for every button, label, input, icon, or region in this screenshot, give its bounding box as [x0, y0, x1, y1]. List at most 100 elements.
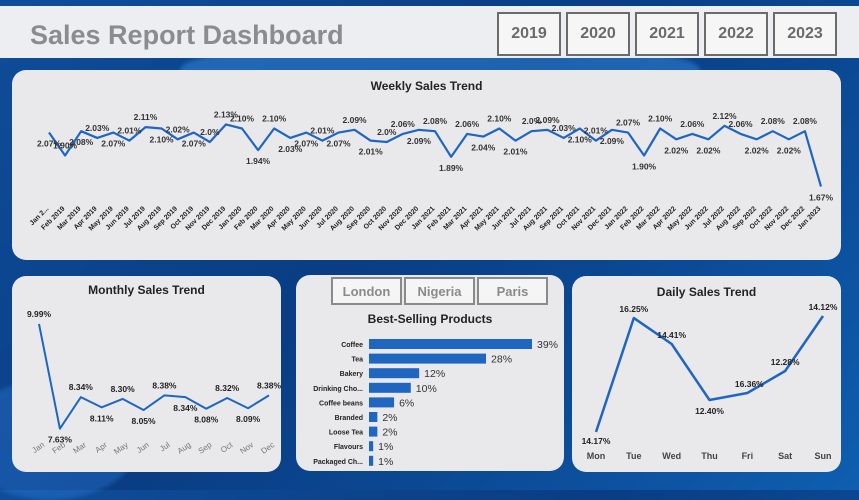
product-category-label: Packaged Ch...	[313, 459, 363, 466]
daily-x-tick-label: Wed	[662, 451, 681, 461]
monthly-data-label: 8.08%	[194, 415, 219, 425]
monthly-data-label: 8.09%	[236, 414, 261, 424]
daily-x-tick-label: Sat	[778, 451, 792, 461]
monthly-x-tick-label: Jun	[135, 440, 151, 455]
daily-x-tick-label: Fri	[742, 451, 754, 461]
weekly-data-label: 2.07%	[294, 139, 319, 149]
weekly-sales-chart: 2.07% 1.90% 2.08% 2.03% 2.07% 2.01% 2.11% 2.10%…	[29, 109, 834, 232]
weekly-data-label: 2.01%	[310, 126, 335, 136]
monthly-data-label: 8.11%	[90, 413, 114, 423]
weekly-data-label: 2.09%	[600, 136, 625, 146]
monthly-x-tick-label: Mar	[72, 440, 89, 455]
monthly-sales-chart: 9.99%7.63%8.34%8.11%8.30%8.05%8.38%8.34%…	[27, 309, 281, 456]
monthly-x-tick-label: Sep	[197, 440, 214, 456]
weekly-data-label: 2.08%	[69, 137, 94, 147]
monthly-x-tick-label: May	[112, 440, 130, 456]
page-title: Sales Report Dashboard	[30, 20, 344, 50]
product-category-label: Drinking Cho...	[313, 386, 363, 393]
weekly-data-label: 2.06%	[729, 119, 754, 129]
monthly-data-label: 8.34%	[173, 403, 198, 413]
weekly-data-label: 2.02%	[664, 145, 689, 155]
product-category-label: Coffee beans	[319, 400, 363, 407]
monthly-x-tick-label: Oct	[219, 440, 235, 455]
monthly-sales-line	[38, 323, 270, 430]
daily-sales-chart: 14.17% 16.25% 14.41% 12.40% 16.36% 12.28% 14.1…	[582, 302, 838, 461]
product-value-label: 2%	[382, 412, 397, 424]
product-value-label: 28%	[491, 354, 512, 366]
product-value-label: 6%	[399, 397, 414, 409]
daily-x-tick-label: Mon	[587, 451, 606, 461]
weekly-data-label: 2.03%	[85, 123, 110, 133]
weekly-data-label: 2.10%	[487, 114, 512, 124]
daily-data-label: 14.17%	[582, 436, 611, 446]
weekly-data-label: 1.89%	[439, 163, 464, 173]
weekly-data-label: 2.11%	[134, 112, 158, 122]
weekly-data-label: 2.06%	[455, 119, 480, 129]
weekly-data-label: 2.01%	[117, 126, 142, 136]
weekly-data-label: 2.01%	[584, 126, 609, 136]
daily-data-label: 16.25%	[619, 304, 648, 314]
product-value-label: 2%	[382, 427, 397, 439]
product-category-label: Bakery	[340, 371, 363, 378]
year-button-2023[interactable]: 2023	[773, 12, 837, 56]
weekly-data-label: 2.09%	[407, 136, 432, 146]
product-value-label: 10%	[416, 383, 437, 395]
weekly-data-label: 2.02%	[777, 145, 802, 155]
monthly-x-tick-label: Jul	[158, 440, 172, 453]
product-category-label: Loose Tea	[329, 430, 363, 437]
weekly-data-label: 1.94%	[246, 156, 271, 166]
weekly-data-label: 2.01%	[359, 147, 384, 157]
product-bar	[369, 339, 532, 349]
year-button-2022[interactable]: 2022	[704, 12, 768, 56]
weekly-data-label: 2.06%	[391, 119, 416, 129]
weekly-data-label: 2.07%	[101, 139, 126, 149]
product-value-label: 1%	[378, 456, 393, 468]
product-category-label: Flavours	[334, 444, 363, 451]
product-bar	[369, 353, 487, 364]
product-bar	[369, 412, 378, 422]
product-category-label: Tea	[351, 357, 363, 364]
year-button-2021[interactable]: 2021	[635, 12, 699, 56]
product-bar	[369, 397, 395, 408]
weekly-data-label: 2.10%	[150, 135, 175, 145]
year-button-2020[interactable]: 2020	[566, 12, 630, 56]
monthly-x-tick-label: Aug	[176, 440, 193, 456]
monthly-data-label: 8.30%	[111, 384, 136, 394]
monthly-data-label: 9.99%	[27, 309, 52, 319]
weekly-data-label: 2.10%	[230, 114, 255, 124]
monthly-data-label: 8.34%	[69, 382, 94, 392]
weekly-data-label: 2.08%	[423, 116, 448, 126]
monthly-x-tick-label: Dec	[259, 440, 276, 456]
weekly-data-label: 2.10%	[648, 114, 673, 124]
daily-data-label: 16.36%	[735, 379, 764, 389]
weekly-data-label: 1.90%	[632, 162, 657, 172]
daily-data-label: 12.40%	[695, 406, 724, 416]
product-category-label: Branded	[335, 415, 363, 422]
monthly-x-tick-label: Jan	[30, 440, 46, 455]
daily-x-tick-label: Thu	[701, 451, 718, 461]
daily-x-tick-label: Sun	[815, 451, 832, 461]
weekly-data-label: 1.67%	[809, 193, 834, 203]
weekly-data-label: 2.09%	[343, 115, 368, 125]
weekly-data-label: 2.10%	[568, 135, 593, 145]
weekly-data-label: 2.07%	[616, 118, 641, 128]
daily-data-label: 14.12%	[809, 302, 838, 312]
product-bar	[369, 382, 411, 393]
best-selling-chart: Coffee 39% Tea 28% Bakery 12% Drinking Cho... 1…	[313, 339, 558, 468]
daily-x-tick-label: Tue	[626, 451, 641, 461]
weekly-data-label: 2.0%	[200, 127, 220, 137]
year-button-2019[interactable]: 2019	[497, 12, 561, 56]
weekly-data-label: 2.02%	[745, 145, 770, 155]
weekly-data-label: 2.08%	[761, 116, 786, 126]
product-bar	[369, 368, 420, 379]
product-value-label: 12%	[424, 368, 445, 380]
weekly-data-label: 2.03%	[552, 123, 577, 133]
product-value-label: 1%	[378, 441, 393, 453]
weekly-data-label: 2.04%	[471, 143, 496, 153]
product-bar	[369, 455, 374, 466]
weekly-data-label: 2.06%	[680, 119, 705, 129]
weekly-data-label: 2.02%	[696, 145, 721, 155]
monthly-data-label: 8.38%	[257, 380, 281, 390]
daily-data-label: 14.41%	[657, 330, 686, 340]
weekly-data-label: 2.01%	[503, 147, 528, 157]
